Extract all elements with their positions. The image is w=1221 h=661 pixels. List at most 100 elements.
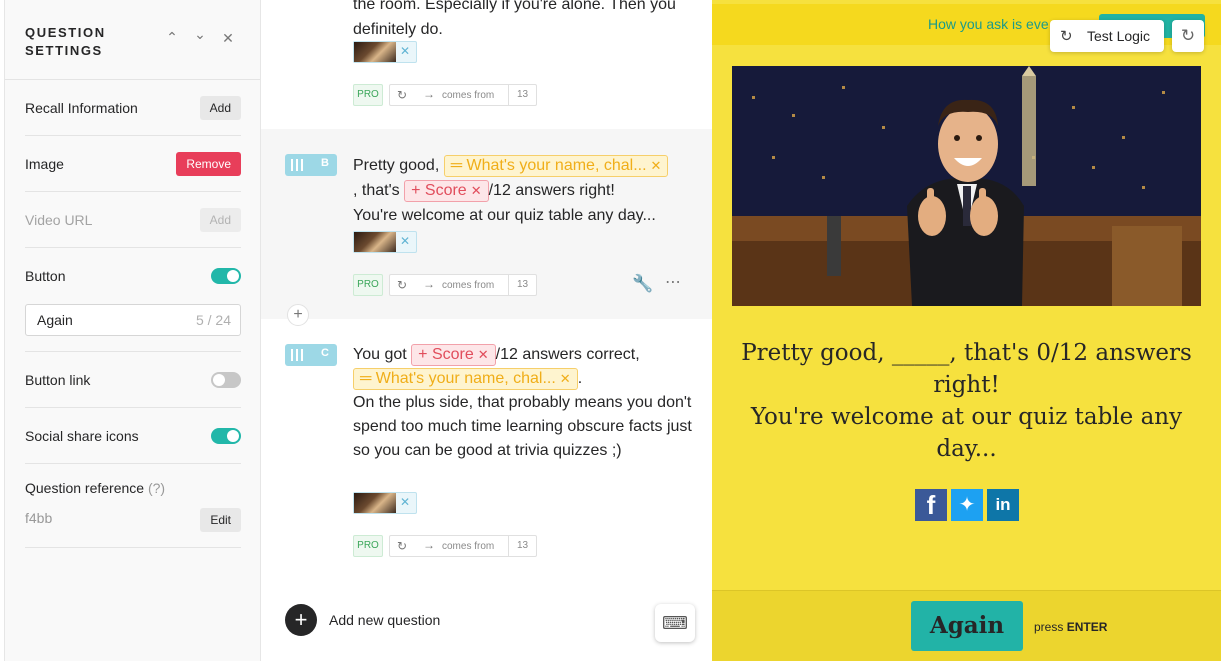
branch-icon: ↻: [397, 278, 408, 292]
help-hint[interactable]: (?): [148, 480, 165, 496]
linkedin-icon[interactable]: in: [987, 489, 1019, 521]
card-b-text-4: You're welcome at our quiz table any day…: [353, 207, 656, 224]
enter-key-label: ENTER: [1066, 620, 1108, 634]
video-url-label: Video URL: [25, 212, 93, 228]
recall-variable-label: What's your name, chal...: [466, 156, 647, 174]
video-add-button[interactable]: Add: [199, 208, 241, 232]
button-link-toggle[interactable]: [211, 372, 241, 388]
arrow-right-icon: →: [423, 538, 435, 552]
twitter-icon[interactable]: ✦: [951, 489, 983, 521]
outcome-editor: the room. Especially if you're alone. Th…: [261, 0, 712, 661]
social-share-toggle[interactable]: [211, 428, 241, 444]
remove-tag-icon[interactable]: ✕: [471, 183, 482, 198]
card-a-image-chip[interactable]: ✕: [353, 41, 417, 63]
social-share-icons: f ✦ in: [915, 489, 1019, 521]
card-c-text-4: On the plus side, that probably means yo…: [353, 394, 692, 459]
more-options-icon[interactable]: ⋯: [665, 272, 682, 292]
branch-icon: ↻: [397, 539, 408, 553]
recall-variable-tag[interactable]: ═ What's your name, chal... ✕: [353, 367, 578, 390]
test-logic-label: Test Logic: [1087, 28, 1151, 44]
remove-tag-icon[interactable]: ✕: [560, 371, 571, 386]
remove-image-icon[interactable]: ✕: [400, 495, 410, 509]
card-b-text-3: /12 answers right!: [488, 182, 615, 199]
comes-from-count: 13: [508, 275, 536, 295]
banner-text: How you ask is eve: [928, 16, 1049, 32]
outcome-message-line1: Pretty good, _____, that's 0/12 answers …: [741, 340, 1192, 398]
drag-handle-icon[interactable]: [291, 159, 303, 171]
logic-jump-chip[interactable]: ↻ → comes from 13: [389, 274, 537, 296]
question-reference-value: f4bb: [25, 510, 53, 526]
recall-add-button[interactable]: Add: [199, 96, 241, 120]
image-label: Image: [25, 156, 64, 172]
card-b-letter-badge: B: [285, 154, 337, 176]
again-button[interactable]: Again: [911, 601, 1023, 651]
keyboard-icon[interactable]: ⌨: [655, 604, 695, 642]
question-reference-row: Question reference (?) f4bb Edit: [25, 464, 241, 548]
remove-tag-icon[interactable]: ✕: [651, 158, 662, 173]
card-b-image-chip[interactable]: ✕: [353, 231, 417, 253]
recall-label: Recall Information: [25, 100, 138, 116]
close-icon[interactable]: ✕: [221, 31, 235, 45]
recall-variable-tag[interactable]: ═ What's your name, chal... ✕: [443, 154, 669, 177]
comes-from-label: comes from: [442, 541, 495, 552]
drag-handle-icon[interactable]: [291, 349, 303, 361]
wrench-icon[interactable]: 🔧: [632, 274, 653, 294]
card-c-thumbnail: [354, 493, 396, 513]
logic-jump-chip[interactable]: ↻ → comes from 13: [389, 84, 537, 106]
button-text-field[interactable]: 5 / 24: [25, 304, 241, 336]
edit-reference-button[interactable]: Edit: [200, 508, 241, 532]
recall-variable-label: What's your name, chal...: [375, 369, 556, 387]
card-a-thumbnail: [354, 42, 396, 62]
remove-tag-icon[interactable]: ✕: [478, 347, 489, 362]
chevron-down-icon[interactable]: ⌄: [193, 27, 207, 41]
add-question-button[interactable]: +: [285, 604, 317, 636]
card-c-letter: C: [321, 347, 329, 359]
comes-from-count: 13: [508, 536, 536, 556]
outcome-image: [732, 66, 1201, 306]
pro-badge: PRO: [353, 84, 383, 106]
chevron-up-icon[interactable]: ⌃: [165, 30, 179, 44]
question-reference-label: Question reference (?): [25, 480, 165, 496]
card-b-letter: B: [321, 157, 329, 169]
button-label: Button: [25, 268, 66, 284]
remove-image-icon[interactable]: ✕: [400, 44, 410, 58]
preview-footer: Again press ENTER: [712, 590, 1221, 661]
card-a-line1: the room. Especially if you're alone. Th…: [353, 0, 676, 13]
settings-header: QUESTION SETTINGS ⌃ ⌄ ✕: [5, 0, 260, 80]
score-tag[interactable]: + Score ✕: [411, 343, 496, 366]
logic-jump-chip[interactable]: ↻ → comes from 13: [389, 535, 537, 557]
image-remove-button[interactable]: Remove: [176, 152, 241, 176]
score-tag[interactable]: + Score ✕: [404, 179, 489, 202]
score-label: Score: [431, 345, 474, 363]
outcome-message: Pretty good, _____, that's 0/12 answers …: [732, 337, 1201, 465]
card-a-line2: definitely do.: [353, 21, 443, 38]
card-c-text-3: .: [577, 370, 583, 387]
insert-outcome-button[interactable]: +: [287, 304, 309, 326]
button-text-input[interactable]: [37, 305, 187, 335]
image-row: Image Remove: [25, 136, 241, 192]
settings-title: QUESTION SETTINGS: [25, 25, 106, 58]
card-a-text[interactable]: the room. Especially if you're alone. Th…: [353, 0, 693, 42]
button-toggle[interactable]: [211, 268, 241, 284]
arrow-right-icon: →: [423, 87, 435, 101]
card-c-text[interactable]: You got + Score ✕/12 answers correct, ═ W…: [353, 343, 698, 463]
button-row: Button: [25, 248, 241, 352]
outcome-photo-illustration: [732, 66, 1201, 306]
add-question-label[interactable]: Add new question: [329, 612, 440, 628]
recall-row: Recall Information Add: [25, 80, 241, 136]
comes-from-count: 13: [508, 85, 536, 105]
card-c-text-2: /12 answers correct,: [495, 346, 640, 363]
score-label: Score: [424, 181, 467, 199]
branch-icon: ↻: [397, 88, 408, 102]
card-c-image-chip[interactable]: ✕: [353, 492, 417, 514]
pro-badge: PRO: [353, 535, 383, 557]
test-logic-button[interactable]: ↻ Test Logic: [1050, 20, 1164, 52]
comes-from-label: comes from: [442, 280, 495, 291]
card-b-text-2: , that's: [353, 182, 400, 199]
facebook-icon[interactable]: f: [915, 489, 947, 521]
social-share-label: Social share icons: [25, 428, 139, 444]
pro-badge: PRO: [353, 274, 383, 296]
card-b-text[interactable]: Pretty good, ═ What's your name, chal...…: [353, 153, 693, 228]
remove-image-icon[interactable]: ✕: [400, 234, 410, 248]
refresh-icon[interactable]: ↻: [1172, 20, 1204, 52]
